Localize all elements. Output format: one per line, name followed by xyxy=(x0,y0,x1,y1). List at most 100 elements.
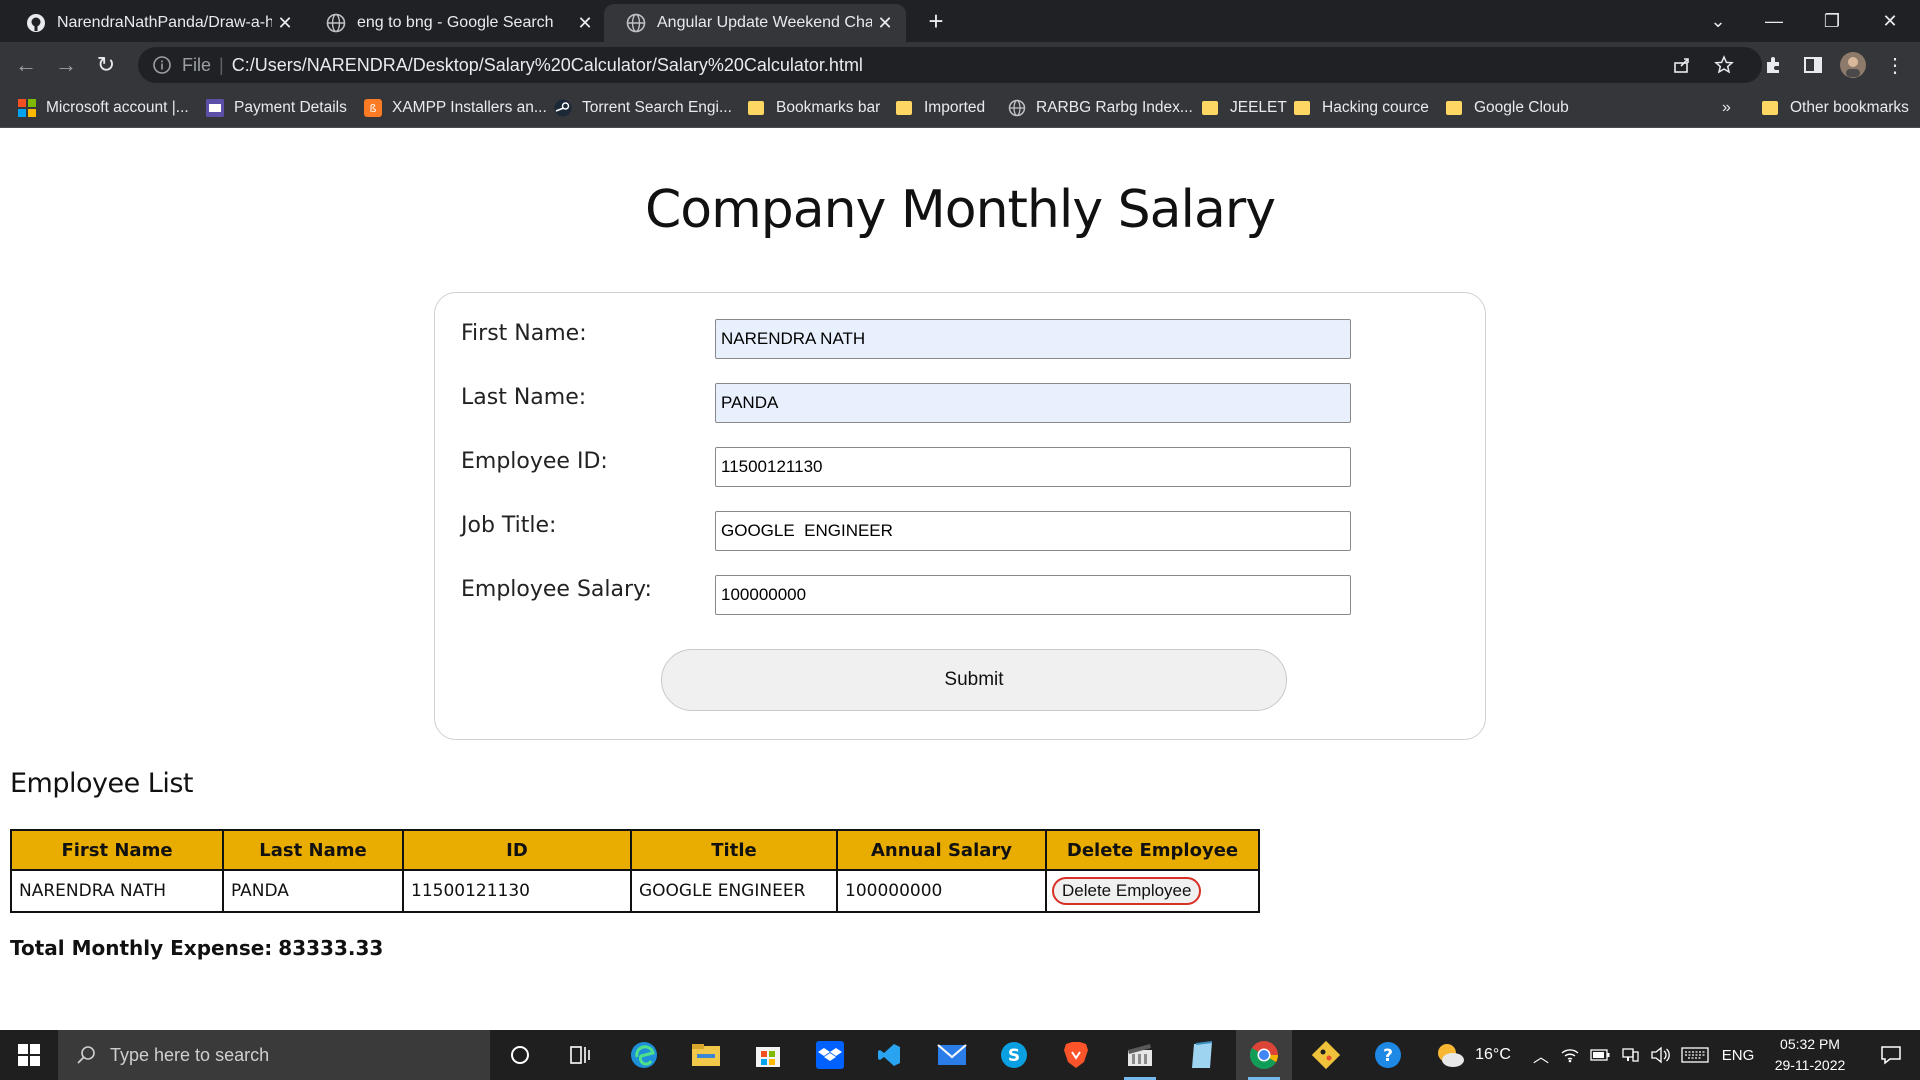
mail-icon[interactable] xyxy=(924,1030,980,1080)
bookmark-xampp[interactable]: ß XAMPP Installers an... xyxy=(364,88,547,128)
globe-icon xyxy=(326,13,346,33)
menu-icon[interactable]: ⋮ xyxy=(1880,50,1910,80)
tab-search-icon[interactable]: ⌄ xyxy=(1690,0,1746,42)
notifications-icon[interactable] xyxy=(1866,1030,1916,1080)
payment-icon xyxy=(206,99,224,117)
bookmark-rarbg[interactable]: RARBG Rarbg Index... xyxy=(1008,88,1193,128)
info-icon[interactable] xyxy=(152,55,172,75)
bookmark-folder-google-cloub[interactable]: Google Cloub xyxy=(1446,88,1569,128)
column-header-last-name: Last Name xyxy=(222,829,404,871)
tab-title: NarendraNathPanda/Draw-a-hea xyxy=(57,14,272,31)
folder-icon xyxy=(748,101,764,115)
scheme-label: File xyxy=(182,54,212,75)
globe-icon xyxy=(626,13,646,33)
profile-avatar[interactable] xyxy=(1838,50,1868,80)
tab-github[interactable]: NarendraNathPanda/Draw-a-hea ✕ xyxy=(4,4,306,42)
bookmark-folder-hacking[interactable]: Hacking cource xyxy=(1294,88,1429,128)
restore-icon[interactable]: ❐ xyxy=(1804,0,1860,42)
microsoft-store-icon[interactable] xyxy=(740,1030,796,1080)
keyboard-icon[interactable] xyxy=(1678,1030,1712,1080)
reload-icon[interactable]: ↻ xyxy=(90,49,122,81)
bookmark-folder-imported[interactable]: Imported xyxy=(896,88,985,128)
first-name-label: First Name: xyxy=(461,321,587,346)
file-explorer-icon[interactable] xyxy=(678,1030,734,1080)
task-view-icon[interactable] xyxy=(552,1030,608,1080)
forward-icon[interactable]: → xyxy=(50,49,82,81)
bookmark-label: Google Cloub xyxy=(1474,99,1569,116)
tab-google-search[interactable]: eng to bng - Google Search ✕ xyxy=(304,4,606,42)
bookmark-label: Bookmarks bar xyxy=(776,99,881,116)
git-icon[interactable] xyxy=(1298,1030,1354,1080)
employee-form: First Name: Last Name: Employee ID: Job … xyxy=(434,292,1486,740)
employee-id-input[interactable] xyxy=(715,447,1351,487)
back-icon[interactable]: ← xyxy=(10,49,42,81)
bookmark-label: JEELET xyxy=(1230,99,1287,116)
tab-angular-challenge[interactable]: Angular Update Weekend Challen ✕ xyxy=(604,4,906,42)
wifi-icon[interactable] xyxy=(1556,1030,1584,1080)
taskbar-search[interactable]: Type here to search xyxy=(58,1030,490,1080)
employee-salary-label: Employee Salary: xyxy=(461,577,652,602)
delete-employee-button[interactable]: Delete Employee xyxy=(1052,877,1202,905)
close-icon[interactable]: ✕ xyxy=(572,13,598,34)
bookmark-label: Imported xyxy=(924,99,986,116)
weather-icon xyxy=(1438,1044,1465,1067)
bookmark-folder-jeelet[interactable]: JEELET xyxy=(1202,88,1287,128)
weather-temperature: 16°C xyxy=(1475,1046,1511,1063)
job-title-input[interactable] xyxy=(715,511,1351,551)
vscode-icon[interactable] xyxy=(862,1030,918,1080)
folder-icon xyxy=(1762,101,1778,115)
show-hidden-icons[interactable]: ︿ xyxy=(1528,1030,1554,1080)
submit-button[interactable]: Submit xyxy=(661,649,1287,711)
total-monthly-expense: Total Monthly Expense: 83333.33 xyxy=(10,936,383,960)
weather-widget[interactable]: 16°C xyxy=(1418,1030,1526,1080)
bookmark-payment[interactable]: Payment Details xyxy=(206,88,347,128)
url-text[interactable]: C:/Users/NARENDRA/Desktop/Salary%20Calcu… xyxy=(232,55,863,76)
browser-toolbar: ← → ↻ File | C:/Users/NARENDRA/Desktop/S… xyxy=(0,42,1920,88)
skype-icon[interactable]: S xyxy=(986,1030,1042,1080)
cell-last-name: PANDA xyxy=(222,869,404,913)
table-row: NARENDRA NATH PANDA 11500121130 GOOGLE E… xyxy=(10,869,1260,913)
extensions-icon[interactable] xyxy=(1758,50,1788,80)
globe-icon xyxy=(1008,99,1026,117)
minimize-icon[interactable]: — xyxy=(1746,0,1802,42)
bookmark-folder-bookmarks-bar[interactable]: Bookmarks bar xyxy=(748,88,880,128)
bookmark-star-icon[interactable] xyxy=(1710,47,1738,83)
system-clock[interactable]: 05:32 PM 29-11-2022 xyxy=(1760,1034,1860,1076)
volume-icon[interactable] xyxy=(1646,1030,1674,1080)
bookmarks-overflow-button[interactable]: » xyxy=(1722,88,1731,128)
last-name-input[interactable] xyxy=(715,383,1351,423)
notepad-icon[interactable] xyxy=(1174,1030,1230,1080)
clock-time: 05:32 PM xyxy=(1780,1036,1840,1052)
share-icon[interactable] xyxy=(1668,47,1696,83)
close-icon[interactable]: ✕ xyxy=(872,13,898,34)
help-icon[interactable]: ? xyxy=(1360,1030,1416,1080)
start-button[interactable] xyxy=(0,1030,58,1080)
language-indicator[interactable]: ENG xyxy=(1716,1030,1760,1080)
bookmark-microsoft[interactable]: Microsoft account |... xyxy=(18,88,189,128)
edge-icon[interactable] xyxy=(616,1030,672,1080)
battery-icon[interactable] xyxy=(1586,1030,1614,1080)
address-bar[interactable]: File | C:/Users/NARENDRA/Desktop/Salary%… xyxy=(138,47,1762,83)
network-icon[interactable] xyxy=(1616,1030,1644,1080)
new-tab-button[interactable]: + xyxy=(922,8,950,36)
brave-icon[interactable] xyxy=(1048,1030,1104,1080)
chrome-icon[interactable] xyxy=(1236,1030,1292,1080)
employee-salary-input[interactable] xyxy=(715,575,1351,615)
column-header-id: ID xyxy=(402,829,632,871)
svg-text:S: S xyxy=(1008,1046,1020,1066)
clapper-app-icon[interactable] xyxy=(1112,1030,1168,1080)
first-name-input[interactable] xyxy=(715,319,1351,359)
close-window-icon[interactable]: ✕ xyxy=(1862,0,1918,42)
close-icon[interactable]: ✕ xyxy=(272,13,298,34)
bookmark-other[interactable]: Other bookmarks xyxy=(1762,88,1909,128)
svg-text:?: ? xyxy=(1383,1046,1393,1066)
bookmark-torrent[interactable]: Torrent Search Engi... xyxy=(554,88,732,128)
side-panel-icon[interactable] xyxy=(1798,50,1828,80)
last-name-label: Last Name: xyxy=(461,385,587,410)
cortana-icon[interactable] xyxy=(492,1030,548,1080)
employee-table: First Name Last Name ID Title Annual Sal… xyxy=(10,829,1260,913)
bookmark-label: Other bookmarks xyxy=(1790,99,1909,116)
dropbox-icon[interactable] xyxy=(802,1030,858,1080)
total-value: 83333.33 xyxy=(278,936,384,960)
steam-icon xyxy=(554,99,572,117)
